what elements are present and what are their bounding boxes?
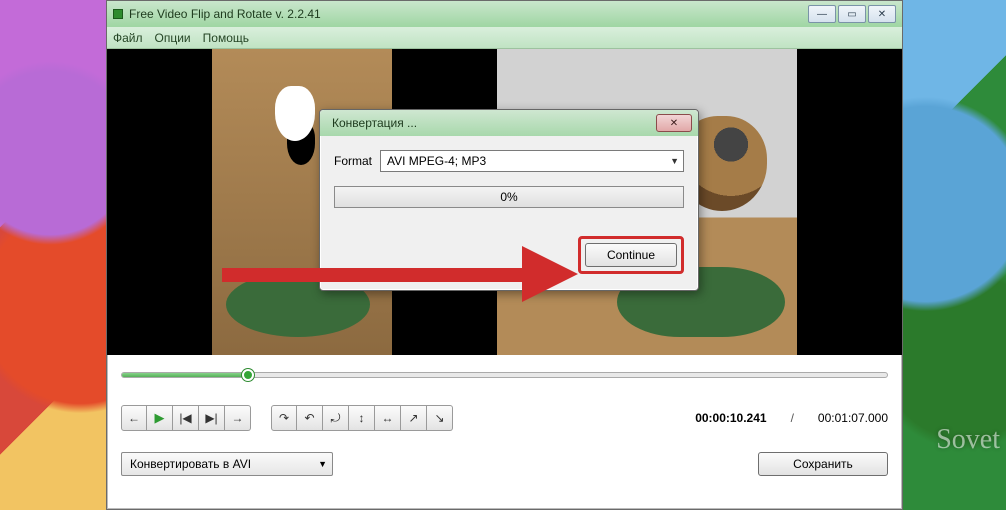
time-current: 00:00:10.241	[695, 411, 766, 425]
save-button[interactable]: Сохранить	[758, 452, 888, 476]
flip-vertical-button[interactable]: ↕	[349, 405, 375, 431]
playback-group: ← ▶ |◀ ▶| →	[121, 405, 251, 431]
step-fwd-button[interactable]: ▶|	[199, 405, 225, 431]
video-preview-area: Конвертация ... ✕ Format AVI MPEG-4; MP3…	[107, 49, 902, 355]
app-window: Free Video Flip and Rotate v. 2.2.41 — ▭…	[106, 0, 903, 510]
dialog-title: Конвертация ...	[332, 116, 417, 130]
format-value: AVI MPEG-4; MP3	[387, 154, 486, 168]
step-back-button[interactable]: |◀	[173, 405, 199, 431]
time-separator: /	[791, 411, 794, 425]
prev-frame-button[interactable]: ←	[121, 405, 147, 431]
transform-group: ↷ ↶ ⤾ ↕ ↔ ↗ ↘	[271, 405, 453, 431]
menu-file[interactable]: Файл	[113, 31, 143, 45]
app-icon	[113, 9, 123, 19]
window-close-button[interactable]: ✕	[868, 5, 896, 23]
app-title: Free Video Flip and Rotate v. 2.2.41	[129, 7, 321, 21]
format-label: Format	[334, 154, 372, 168]
seek-thumb[interactable]	[242, 369, 254, 381]
output-format-select[interactable]: Конвертировать в AVI ▼	[121, 452, 333, 476]
flip-horizontal-button[interactable]: ↔	[375, 405, 401, 431]
play-button[interactable]: ▶	[147, 405, 173, 431]
seek-bar[interactable]	[121, 372, 888, 378]
output-format-value: Конвертировать в AVI	[130, 457, 251, 471]
controls-row: ← ▶ |◀ ▶| → ↷ ↶ ⤾ ↕ ↔ ↗ ↘ 00:00:10.241 /…	[107, 395, 902, 441]
progress-text: 0%	[500, 190, 517, 204]
flip-diag1-button[interactable]: ↗	[401, 405, 427, 431]
rotate-180-button[interactable]: ⤾	[323, 405, 349, 431]
format-select[interactable]: AVI MPEG-4; MP3 ▼	[380, 150, 684, 172]
menu-bar: Файл Опции Помощь	[107, 27, 902, 49]
conversion-dialog: Конвертация ... ✕ Format AVI MPEG-4; MP3…	[319, 109, 699, 291]
window-maximize-button[interactable]: ▭	[838, 5, 866, 23]
next-frame-button[interactable]: →	[225, 405, 251, 431]
time-total: 00:01:07.000	[818, 411, 888, 425]
menu-help[interactable]: Помощь	[203, 31, 249, 45]
rotate-cw-button[interactable]: ↷	[271, 405, 297, 431]
flip-diag2-button[interactable]: ↘	[427, 405, 453, 431]
continue-button[interactable]: Continue	[585, 243, 677, 267]
menu-options[interactable]: Опции	[155, 31, 191, 45]
bottom-row: Конвертировать в AVI ▼ Сохранить	[107, 441, 902, 487]
rotate-ccw-button[interactable]: ↶	[297, 405, 323, 431]
seek-bar-row	[107, 355, 902, 395]
chevron-down-icon: ▼	[670, 156, 679, 166]
progress-bar: 0%	[334, 186, 684, 208]
continue-highlight: Continue	[578, 236, 684, 274]
window-minimize-button[interactable]: —	[808, 5, 836, 23]
dialog-titlebar[interactable]: Конвертация ... ✕	[320, 110, 698, 136]
chevron-down-icon: ▼	[318, 459, 327, 469]
titlebar[interactable]: Free Video Flip and Rotate v. 2.2.41 — ▭…	[107, 1, 902, 27]
dialog-close-button[interactable]: ✕	[656, 114, 692, 132]
